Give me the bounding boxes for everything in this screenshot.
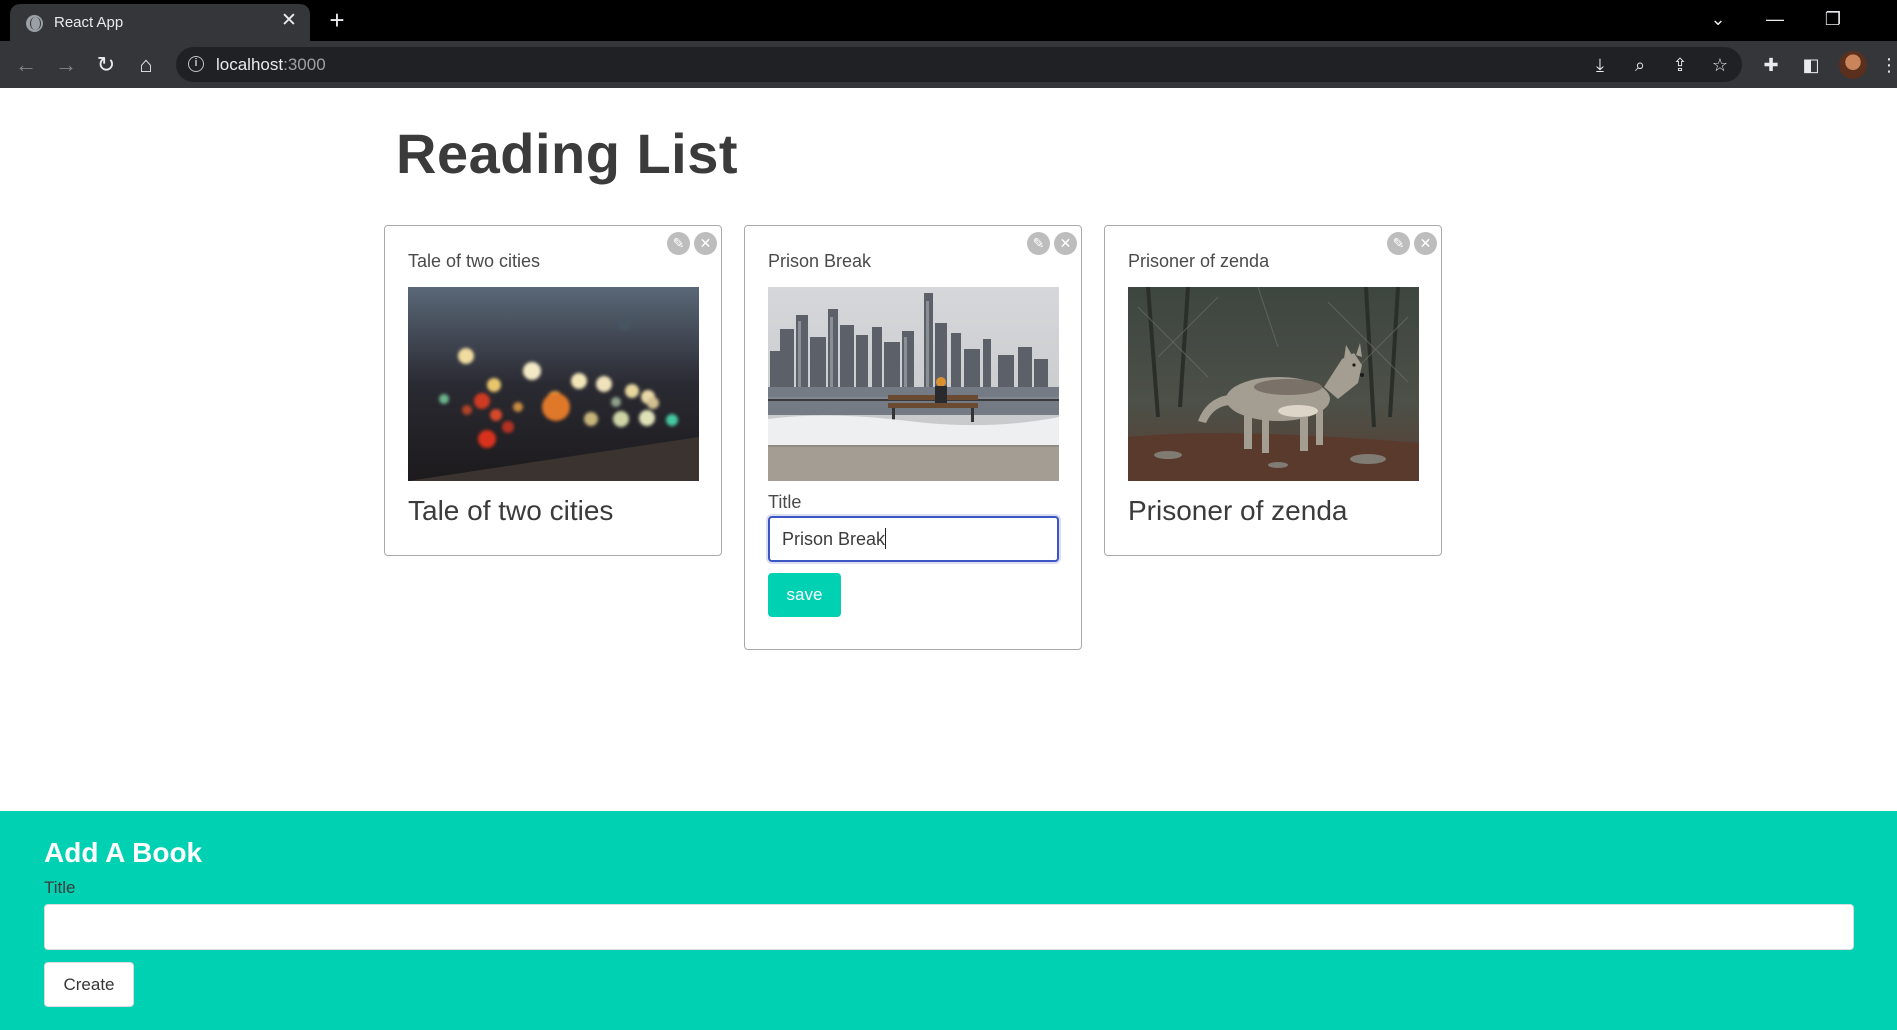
tab-title: React App: [54, 14, 124, 31]
home-icon[interactable]: ⌂: [130, 49, 162, 81]
book-title: Prisoner of zenda: [1128, 495, 1348, 526]
side-panel-icon[interactable]: ◧: [1798, 52, 1824, 78]
pencil-icon[interactable]: ✎: [667, 232, 690, 255]
restore-icon[interactable]: ❐: [1813, 4, 1853, 34]
edit-title-label: Title: [768, 492, 802, 512]
close-icon[interactable]: ✕: [694, 232, 717, 255]
book-label: Prisoner of zenda: [1128, 251, 1270, 271]
profile-avatar[interactable]: [1839, 51, 1867, 79]
card-actions: ✎ ✕: [663, 232, 717, 256]
bookmark-star-icon[interactable]: ☆: [1708, 53, 1732, 77]
book-card: ✎ ✕ Tale of two cities Tale of two citie…: [384, 225, 722, 556]
book-image: [408, 287, 699, 481]
globe-icon: [26, 15, 43, 32]
tab-search-icon[interactable]: ⌄: [1698, 4, 1738, 34]
back-icon[interactable]: ←: [10, 49, 42, 81]
pencil-icon[interactable]: ✎: [1387, 232, 1410, 255]
create-title-input[interactable]: [44, 904, 1854, 950]
address-bar[interactable]: i localhost:3000 ⤓ ⌕ ⇪ ☆: [176, 47, 1742, 82]
install-app-icon[interactable]: ⤓: [1588, 53, 1612, 77]
text-caret: [885, 528, 887, 549]
close-icon[interactable]: ✕: [1414, 232, 1437, 255]
browser-toolbar: ← → ↻ ⌂ i localhost:3000 ⤓ ⌕ ⇪ ☆ ✚ ◧ ⋮: [0, 41, 1897, 88]
book-card-editing: ✎ ✕ Prison Break Title Prison Break save: [744, 225, 1082, 650]
add-book-section: Add A Book Title Create: [0, 811, 1897, 1030]
create-button[interactable]: Create: [44, 962, 134, 1007]
menu-icon[interactable]: ⋮: [1880, 52, 1897, 78]
book-image: [1128, 287, 1419, 481]
book-label: Prison Break: [768, 251, 872, 271]
zoom-icon[interactable]: ⌕: [1628, 53, 1652, 77]
browser-tab-bar: React App ✕ + ⌄ — ❐: [0, 0, 1897, 41]
browser-tab[interactable]: React App ✕: [10, 4, 310, 41]
new-tab-icon[interactable]: +: [322, 6, 352, 36]
page-title: Reading List: [396, 122, 739, 185]
share-icon[interactable]: ⇪: [1668, 53, 1692, 77]
card-actions: ✎ ✕: [1383, 232, 1437, 256]
url-text[interactable]: localhost:3000: [216, 55, 326, 75]
site-info-icon[interactable]: i: [188, 56, 204, 72]
tab-close-icon[interactable]: ✕: [278, 10, 300, 32]
extensions-icon[interactable]: ✚: [1758, 52, 1784, 78]
pencil-icon[interactable]: ✎: [1027, 232, 1050, 255]
reload-icon[interactable]: ↻: [90, 49, 122, 81]
book-image: [768, 287, 1059, 481]
save-button[interactable]: save: [768, 573, 841, 617]
card-actions: ✎ ✕: [1023, 232, 1077, 256]
minimize-icon[interactable]: —: [1755, 4, 1795, 34]
book-title: Tale of two cities: [408, 495, 614, 526]
add-book-heading: Add A Book: [44, 837, 203, 868]
create-title-label: Title: [44, 878, 76, 897]
forward-icon[interactable]: →: [50, 49, 82, 81]
page-content: Reading List ✎ ✕ Tale of two cities Tale…: [0, 88, 1897, 1030]
edit-title-input[interactable]: Prison Break: [768, 516, 1059, 562]
book-card: ✎ ✕ Prisoner of zenda Prisoner of zenda: [1104, 225, 1442, 556]
book-label: Tale of two cities: [408, 251, 541, 271]
close-icon[interactable]: ✕: [1054, 232, 1077, 255]
